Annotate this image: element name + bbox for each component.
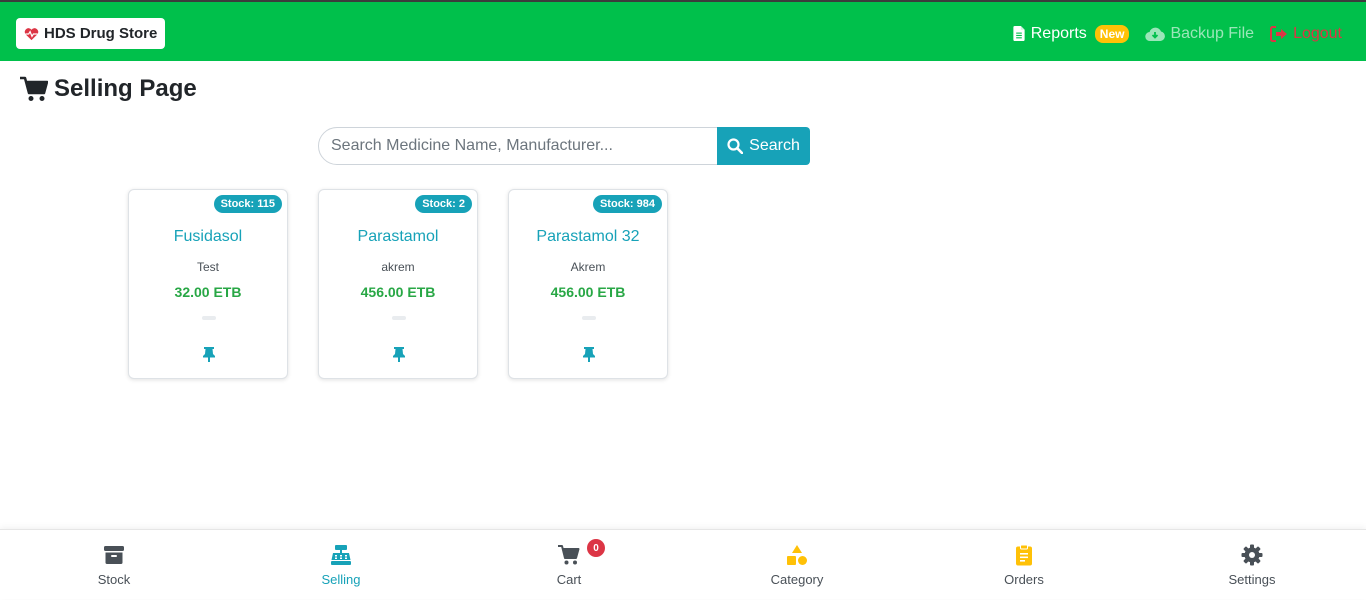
bottom-nav-selling[interactable]: Selling: [281, 530, 401, 600]
stock-badge: Stock: 984: [592, 195, 662, 213]
cart-count-badge: 0: [587, 539, 605, 557]
search-button[interactable]: Search: [717, 127, 810, 165]
divider: [202, 316, 216, 320]
cart-icon: [558, 545, 580, 565]
shapes-icon: [787, 545, 807, 565]
product-name[interactable]: Parastamol: [319, 228, 477, 246]
clipboard-list-icon: [1016, 544, 1032, 566]
thumbtack-icon[interactable]: [391, 346, 407, 362]
product-manufacturer: Test: [196, 260, 219, 274]
stock-badge: Stock: 115: [213, 195, 282, 213]
backup-label: Backup File: [1170, 24, 1255, 42]
cash-register-icon: [331, 545, 351, 565]
bottom-nav-stock[interactable]: Stock: [54, 530, 174, 600]
search-input[interactable]: [318, 127, 718, 165]
reports-label: Reports: [1030, 24, 1087, 42]
file-icon: [1013, 26, 1025, 41]
product-price: 456.00 ETB: [360, 284, 436, 300]
thumbtack-icon[interactable]: [201, 346, 217, 362]
bottom-nav-orders-label: Orders: [1004, 572, 1044, 587]
logout-label: Logout: [1293, 24, 1342, 42]
page-title-text: Selling Page: [54, 75, 197, 102]
product-price: 456.00 ETB: [550, 284, 626, 300]
divider: [392, 316, 406, 320]
shopping-cart-icon: [20, 76, 48, 101]
search-bar: Search: [318, 127, 810, 165]
bottom-nav-cart-label: Cart: [556, 572, 582, 587]
bottom-nav-selling-label: Selling: [321, 572, 361, 587]
cloud-download-icon: [1145, 27, 1166, 41]
heartbeat-icon: [24, 27, 39, 40]
search-icon: [727, 138, 744, 154]
product-card[interactable]: Stock: 2 Parastamol akrem 456.00 ETB: [318, 189, 478, 379]
bottom-nav-cart[interactable]: Cart 0: [509, 530, 629, 600]
bottom-nav-stock-label: Stock: [97, 572, 131, 587]
thumbtack-icon[interactable]: [581, 346, 597, 362]
archive-box-icon: [104, 546, 124, 564]
new-badge: New: [1094, 24, 1130, 43]
bottom-nav-category[interactable]: Category: [737, 530, 857, 600]
bottom-nav-settings[interactable]: Settings: [1192, 530, 1312, 600]
sign-out-icon: [1270, 25, 1288, 42]
bottom-nav-settings-label: Settings: [1228, 572, 1276, 587]
reports-link[interactable]: Reports New: [1012, 24, 1130, 43]
divider: [582, 316, 596, 320]
bottom-nav: Stock Selling Cart 0 Category Orders Set…: [0, 529, 1366, 599]
product-card[interactable]: Stock: 984 Parastamol 32 Akrem 456.00 ET…: [508, 189, 668, 379]
product-manufacturer: akrem: [381, 260, 415, 274]
stock-badge: Stock: 2: [415, 195, 472, 213]
product-name[interactable]: Fusidasol: [129, 228, 287, 246]
product-price: 32.00 ETB: [174, 284, 242, 300]
bottom-nav-orders[interactable]: Orders: [964, 530, 1084, 600]
search-button-label: Search: [749, 137, 800, 154]
navbar: HDS Drug Store Reports New Backup File L…: [0, 2, 1366, 61]
backup-file-link[interactable]: Backup File: [1145, 25, 1254, 43]
page-title: Selling Page: [20, 75, 197, 103]
product-card[interactable]: Stock: 115 Fusidasol Test 32.00 ETB: [128, 189, 288, 379]
brand-logo[interactable]: HDS Drug Store: [16, 18, 166, 49]
product-name[interactable]: Parastamol 32: [509, 228, 667, 246]
logout-link[interactable]: Logout: [1270, 25, 1342, 43]
product-manufacturer: Akrem: [570, 260, 606, 274]
brand-name: HDS Drug Store: [44, 25, 158, 42]
bottom-nav-category-label: Category: [770, 572, 824, 587]
nav-links: Reports New Backup File Logout: [1012, 4, 1342, 63]
gear-icon: [1241, 544, 1263, 566]
